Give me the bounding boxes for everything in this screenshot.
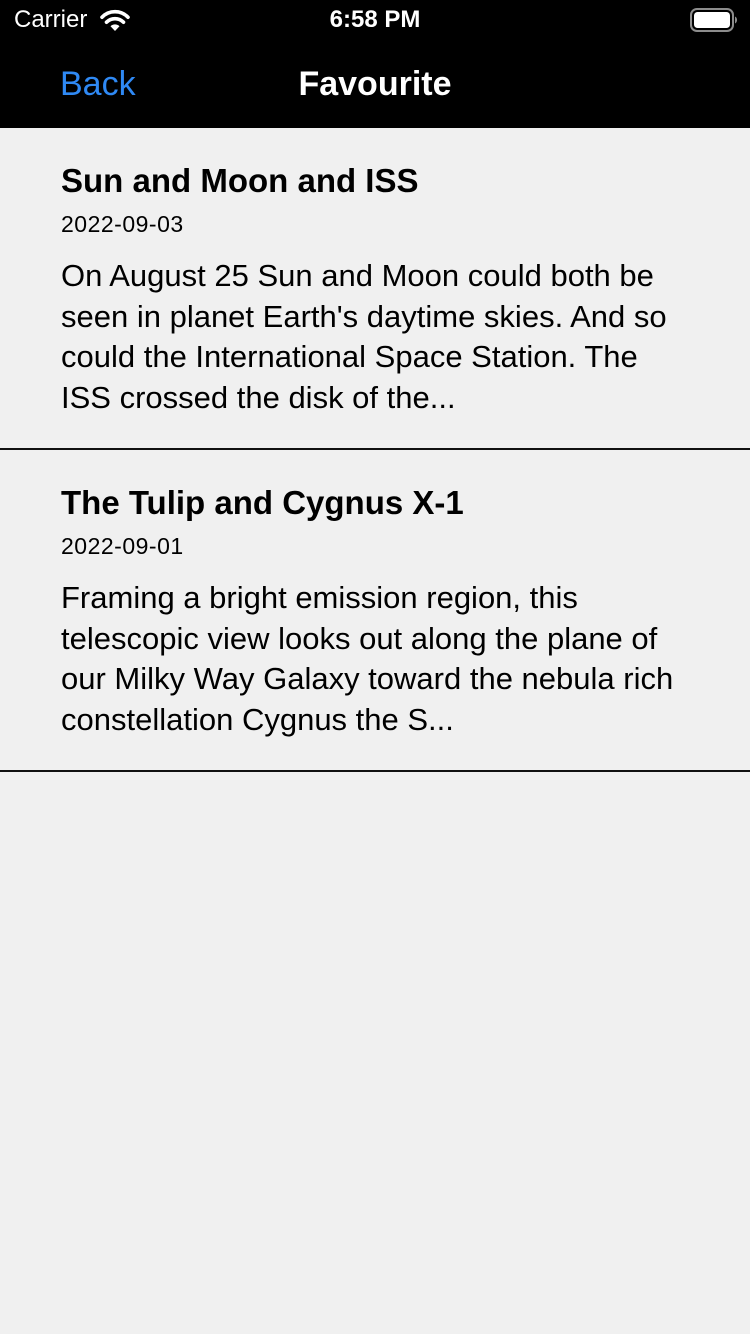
battery-icon	[690, 8, 738, 32]
header: Carrier 6:58 PM Back Favourite	[0, 0, 750, 128]
item-description: On August 25 Sun and Moon could both be …	[61, 258, 667, 415]
favourites-list: Sun and Moon and ISS 2022-09-03 On Augus…	[0, 128, 750, 772]
page-title: Favourite	[298, 65, 452, 103]
item-title: The Tulip and Cygnus X-1	[61, 484, 464, 521]
navigation-bar: Back Favourite	[0, 40, 750, 128]
status-bar: Carrier 6:58 PM	[0, 0, 750, 40]
list-item[interactable]: Sun and Moon and ISS 2022-09-03 On Augus…	[0, 128, 750, 450]
status-time: 6:58 PM	[329, 6, 421, 33]
list-item[interactable]: The Tulip and Cygnus X-1 2022-09-01 Fram…	[0, 450, 750, 772]
item-date: 2022-09-01	[61, 533, 184, 559]
item-date: 2022-09-03	[61, 211, 184, 237]
item-description: Framing a bright emission region, this t…	[61, 580, 674, 737]
item-title: Sun and Moon and ISS	[61, 162, 419, 199]
